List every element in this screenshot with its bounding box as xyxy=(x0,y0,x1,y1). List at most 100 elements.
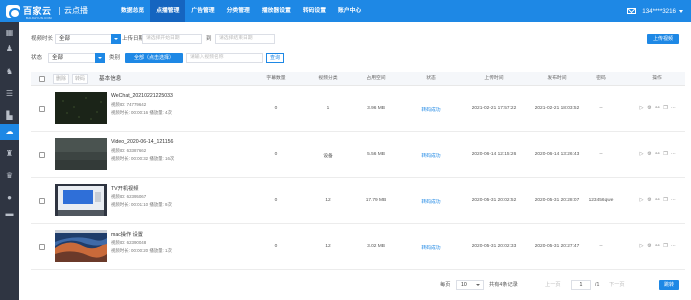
row-checkbox[interactable] xyxy=(39,198,45,204)
space-used: 17.79 MB xyxy=(365,198,387,203)
sidebar-item-folder[interactable]: ▬ xyxy=(0,206,19,222)
column-actions: 操作 xyxy=(652,76,662,81)
per-page-select[interactable]: 10 xyxy=(456,280,484,290)
nav-transcode-settings[interactable]: 转码设置 xyxy=(297,0,332,22)
video-title[interactable]: mac操作 设置 xyxy=(111,231,143,238)
more-icon[interactable]: ⋯ xyxy=(671,244,676,249)
sidebar-item-list[interactable]: ☰ xyxy=(0,86,19,102)
per-page-value: 10 xyxy=(461,282,467,288)
row-checkbox[interactable] xyxy=(39,152,45,158)
upload-video-button[interactable]: 上传视频 xyxy=(647,34,679,44)
play-icon[interactable]: ▷ xyxy=(639,198,644,203)
transcode-status: 转码成功 xyxy=(421,246,441,251)
status-select[interactable]: 全部 xyxy=(48,53,105,63)
end-date-input[interactable]: 请选择结束日期 xyxy=(215,34,275,44)
more-icon[interactable]: ⋯ xyxy=(671,198,676,203)
chevron-down-icon[interactable] xyxy=(95,53,105,63)
link-icon[interactable]: ⚯ xyxy=(655,106,660,111)
category-filter-label: 类别 xyxy=(109,55,121,61)
transcode-status: 转码成功 xyxy=(421,154,441,159)
video-duration-plays: 视频时长: 00:00:32 播放量: 16次 xyxy=(111,156,175,161)
sidebar-item-person[interactable]: ● xyxy=(0,190,19,206)
chevron-down-icon xyxy=(476,284,480,286)
mail-icon[interactable] xyxy=(627,8,637,14)
status-select-value: 全部 xyxy=(52,55,64,61)
settings-icon[interactable]: ⚙ xyxy=(647,152,652,157)
sidebar-item-building[interactable]: ▙ xyxy=(0,108,19,124)
more-icon[interactable]: ⋯ xyxy=(671,106,676,111)
search-input[interactable]: 请输入视频名称 xyxy=(186,53,263,63)
logo-divider xyxy=(59,7,60,15)
video-thumbnail[interactable] xyxy=(55,138,107,170)
nav-overview[interactable]: 数据总览 xyxy=(115,0,150,22)
page-number-input[interactable]: 1 xyxy=(571,280,591,290)
video-password: -- xyxy=(599,106,603,111)
video-thumbnail[interactable] xyxy=(55,230,107,262)
folder-icon: ▬ xyxy=(5,209,14,218)
prev-page-button[interactable]: 上一页 xyxy=(545,280,561,290)
play-icon[interactable]: ▷ xyxy=(639,106,644,111)
delete-button[interactable]: 删除 xyxy=(53,74,69,84)
chevron-down-icon[interactable] xyxy=(679,9,683,13)
upload-time: 2021-02-21 17:57:22 xyxy=(471,106,517,111)
video-id: 视频ID: 62390048 xyxy=(111,240,147,245)
settings-icon[interactable]: ⚙ xyxy=(647,106,652,111)
copy-icon[interactable]: ❐ xyxy=(663,152,668,157)
more-icon[interactable]: ⋯ xyxy=(671,152,676,157)
upload-time: 2020-06-14 12:15:26 xyxy=(471,152,517,157)
building-icon: ▙ xyxy=(6,111,13,120)
category-picker-button[interactable]: 全部（点击选择） xyxy=(125,53,183,63)
video-category: 12 xyxy=(325,198,331,203)
play-icon[interactable]: ▷ xyxy=(639,244,644,249)
settings-icon[interactable]: ⚙ xyxy=(647,244,652,249)
link-icon[interactable]: ⚯ xyxy=(655,152,660,157)
nav-ad-management[interactable]: 广告管理 xyxy=(185,0,220,22)
sidebar: ▦ ♟ ♞ ☰ ▙ ☁ ♜ ♛ ● ▬ xyxy=(0,22,19,300)
video-id: 视频ID: 74779642 xyxy=(111,102,147,107)
duration-select[interactable]: 全部 xyxy=(55,34,121,44)
video-title[interactable]: Video_2020-06-14_121156 xyxy=(111,139,173,145)
grid-icon: ▦ xyxy=(5,28,14,37)
sidebar-item-users[interactable]: ♟ xyxy=(0,41,19,57)
row-checkbox[interactable] xyxy=(39,106,45,112)
select-all-checkbox[interactable] xyxy=(39,76,45,82)
link-icon[interactable]: ⚯ xyxy=(655,244,660,249)
transcode-button[interactable]: 转码 xyxy=(72,74,88,84)
sidebar-item-vod[interactable]: ☁ xyxy=(0,124,19,140)
video-title[interactable]: WeChat_20210221225033 xyxy=(111,93,173,99)
nav-player-settings[interactable]: 播放器设置 xyxy=(256,0,297,22)
sidebar-item-group[interactable]: ♜ xyxy=(0,146,19,162)
link-icon[interactable]: ⚯ xyxy=(655,198,660,203)
column-basic-info: 基本信息 xyxy=(99,76,122,82)
nav-account-center[interactable]: 账户中心 xyxy=(332,0,367,22)
users-icon: ♟ xyxy=(5,44,14,53)
next-page-button[interactable]: 下一页 xyxy=(609,280,625,290)
sidebar-item-people[interactable]: ♞ xyxy=(0,64,19,80)
row-checkbox[interactable] xyxy=(39,244,45,250)
search-button[interactable]: 查询 xyxy=(266,53,284,63)
video-thumbnail[interactable] xyxy=(55,184,107,216)
user-account-name[interactable]: 134****3216 xyxy=(642,8,676,15)
video-thumbnail[interactable] xyxy=(55,92,107,124)
chevron-down-icon[interactable] xyxy=(111,34,121,44)
video-title[interactable]: TV开机视频 xyxy=(111,185,138,192)
sidebar-item-team[interactable]: ♛ xyxy=(0,168,19,184)
publish-time: 2021-02-21 18:03:52 xyxy=(534,106,580,111)
video-category: 1 xyxy=(326,106,330,111)
column-video-category: 视频分类 xyxy=(318,76,338,81)
goto-page-button[interactable]: 跳转 xyxy=(659,280,679,290)
product-name: 云点播 xyxy=(64,6,88,15)
brand-logo[interactable]: 百家云 BAIJIAYUN.COM xyxy=(6,3,52,20)
nav-category-management[interactable]: 分类管理 xyxy=(221,0,256,22)
main-nav: 数据总览 点播管理 广告管理 分类管理 播放器设置 转码设置 账户中心 xyxy=(115,0,367,22)
date-range-separator: 到 xyxy=(206,36,212,42)
copy-icon[interactable]: ❐ xyxy=(663,198,668,203)
start-date-input[interactable]: 请选择开始日期 xyxy=(142,34,202,44)
copy-icon[interactable]: ❐ xyxy=(663,244,668,249)
copy-icon[interactable]: ❐ xyxy=(663,106,668,111)
play-icon[interactable]: ▷ xyxy=(639,152,644,157)
per-page-label: 每页 xyxy=(440,282,451,288)
settings-icon[interactable]: ⚙ xyxy=(647,198,652,203)
nav-vod-management[interactable]: 点播管理 xyxy=(150,0,186,22)
sidebar-item-grid[interactable]: ▦ xyxy=(0,25,19,41)
